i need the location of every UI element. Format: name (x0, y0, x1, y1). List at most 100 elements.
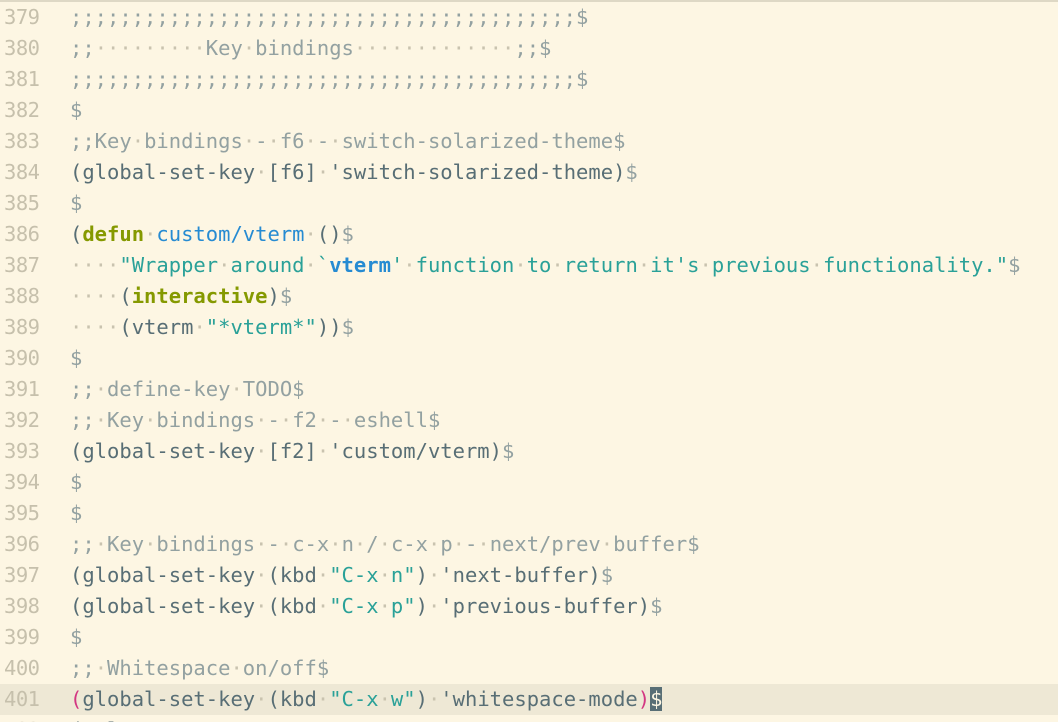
code-token: ) (415, 594, 428, 618)
code-text: (sml·... (62, 715, 169, 722)
code-token: $ (576, 67, 589, 91)
code-line[interactable]: 398 (global-set-key·(kbd·"C-x·p")·'previo… (0, 591, 1058, 622)
code-token: 'next-buffer) (440, 563, 601, 587)
code-line[interactable]: 385 $ (0, 188, 1058, 219)
code-token: (kbd (267, 687, 317, 711)
code-token: n (341, 532, 354, 556)
code-token: interactive (131, 284, 268, 308)
code-line[interactable]: 381;;;;;;;;;;;;;;;;;;;;;;;;;;;;;;;;;;;;;… (0, 64, 1058, 95)
code-token: global-set-key (82, 687, 256, 711)
code-token: · (255, 439, 268, 463)
code-token: · (316, 408, 330, 432)
code-token: $ (1008, 253, 1021, 277)
code-line[interactable]: 392 ;;·Key·bindings·-·f2·-·eshell$ (0, 405, 1058, 436)
code-token: · (279, 408, 293, 432)
code-line[interactable]: 399 $ (0, 622, 1058, 653)
code-line[interactable]: 391 ;;·define-key·TODO$ (0, 374, 1058, 405)
code-token: it's (650, 253, 700, 277)
code-token: · (94, 377, 108, 401)
line-number: 381 (4, 67, 40, 91)
code-token: ' (390, 253, 404, 277)
code-token: $ (600, 563, 614, 587)
code-token: · (600, 532, 614, 556)
code-token: ) (415, 687, 428, 711)
code-line[interactable]: 386 (defun·custom/vterm·()$ (0, 219, 1058, 250)
code-line[interactable]: 383 ;;Key·bindings·-·f6·-·switch-solarize… (0, 126, 1058, 157)
code-token: on/off (242, 656, 317, 680)
code-token: · (427, 594, 441, 618)
code-line[interactable]: 396 ;;·Key·bindings·-·c-x·n·/·c-x·p·-·nex… (0, 529, 1058, 560)
line-number: 383 (4, 129, 40, 153)
code-line[interactable]: 395 $ (0, 498, 1058, 529)
code-text: $ (62, 467, 82, 498)
code-token: next/prev (489, 532, 601, 556)
code-token: · (427, 563, 441, 587)
code-token: (global-set-key (70, 160, 256, 184)
code-token: ) (415, 563, 428, 587)
code-token: around (230, 253, 305, 277)
code-token: f6 (279, 129, 305, 153)
code-line[interactable]: 393 (global-set-key·[f2]·'custom/vterm)$ (0, 436, 1058, 467)
code-token: bindings (144, 129, 243, 153)
line-number: 392 (4, 408, 40, 432)
code-token: · (329, 129, 342, 153)
code-text: ;;Key·bindings·-·f6·-·switch-solarized-t… (62, 126, 625, 157)
code-token: · (255, 563, 268, 587)
code-token: 'previous-buffer) (440, 594, 651, 618)
code-token: switch-solarized-theme (341, 129, 614, 153)
line-number: 391 (4, 377, 40, 401)
code-token: "*vterm*" (205, 315, 317, 339)
code-token: ( (70, 687, 83, 711)
code-text: ;;·Key·bindings·-·c-x·n·/·c-x·p·-·next/p… (62, 529, 700, 560)
code-line[interactable]: 400 ;;·Whitespace·on/off$ (0, 653, 1058, 684)
code-line[interactable]: 389 ····(vterm·"*vterm*"))$ (0, 312, 1058, 343)
code-line[interactable]: 380 ;;·········Key·bindings·············;… (0, 33, 1058, 64)
code-token: eshell (353, 408, 428, 432)
code-line[interactable]: 402(sml·... (0, 715, 1058, 722)
line-number: 398 (4, 594, 40, 618)
code-line[interactable]: 387 ····"Wrapper·around·`vterm'·function·… (0, 250, 1058, 281)
code-token: · (403, 253, 416, 277)
code-line[interactable]: 390 $ (0, 343, 1058, 374)
code-token: bindings (255, 36, 354, 60)
code-text: $ (62, 622, 82, 653)
code-text: (global-set-key·(kbd·"C-x·p")·'previous-… (62, 591, 662, 622)
code-token: )) (316, 315, 342, 339)
code-token: $ (70, 346, 83, 370)
code-editor[interactable]: 379;;;;;;;;;;;;;;;;;;;;;;;;;;;;;;;;;;;;;… (0, 0, 1058, 722)
code-text: (global-set-key·(kbd·"C-x·w")·'whitespac… (62, 684, 663, 715)
code-token: · (452, 532, 465, 556)
code-line[interactable]: 382 $ (0, 95, 1058, 126)
current-line[interactable]: 401 (global-set-key·(kbd·"C-x·w")·'whites… (0, 684, 1058, 715)
code-token: (global-set-key (70, 439, 256, 463)
code-token: (global-set-key (70, 594, 256, 618)
code-token: ;;;;;;;;;;;;;;;;;;;;;;;;;;;;;;;;;;;;;;;;… (70, 67, 577, 91)
code-token: 'whitespace-mode (440, 687, 638, 711)
code-line[interactable]: 384 (global-set-key·[f6]·'switch-solarize… (0, 157, 1058, 188)
code-line[interactable]: 397 (global-set-key·(kbd·"C-x·n")·'next-b… (0, 560, 1058, 591)
code-text: $ (62, 95, 82, 126)
code-token: · (242, 129, 256, 153)
code-token: bindings (156, 532, 256, 556)
code-token: · (144, 408, 157, 432)
code-token: · (144, 222, 157, 246)
line-number: 390 (4, 346, 40, 370)
line-number: 395 (4, 501, 40, 525)
code-token: $ (316, 656, 330, 680)
code-text: ;;;;;;;;;;;;;;;;;;;;;;;;;;;;;;;;;;;;;;;;… (62, 64, 588, 95)
code-token: · (551, 253, 564, 277)
code-token: $ (279, 284, 293, 308)
code-token: Key (205, 36, 243, 60)
code-token: $ (70, 470, 83, 494)
code-token: · (477, 532, 490, 556)
code-token: c-x (292, 532, 330, 556)
code-token: / (366, 532, 379, 556)
code-token: · (144, 532, 157, 556)
code-line[interactable]: 379;;;;;;;;;;;;;;;;;;;;;;;;;;;;;;;;;;;;;… (0, 2, 1058, 33)
code-line[interactable]: 394 $ (0, 467, 1058, 498)
line-number: 402 (0, 715, 62, 722)
code-token: · (94, 656, 108, 680)
code-token: [f2] (267, 439, 317, 463)
code-line[interactable]: 388 ····(interactive)$ (0, 281, 1058, 312)
code-token: · (304, 129, 317, 153)
